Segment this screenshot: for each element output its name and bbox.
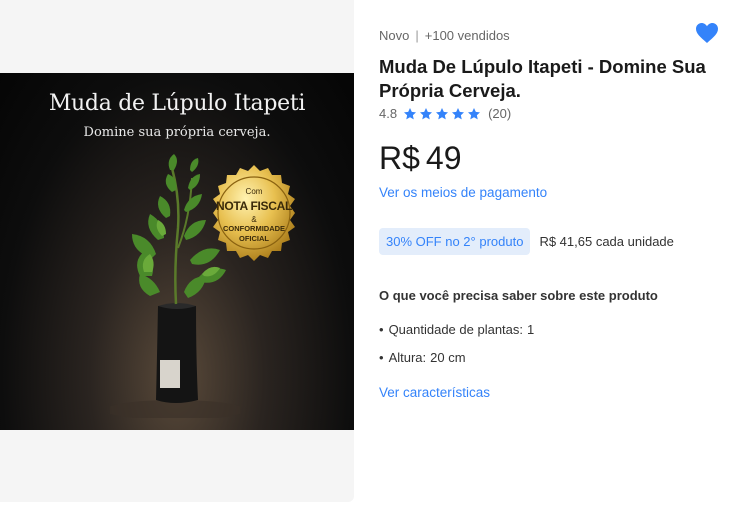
separator: | — [415, 28, 419, 43]
review-count: (20) — [488, 106, 512, 121]
heart-icon — [696, 23, 718, 43]
condition-label: Novo — [379, 28, 410, 43]
feature-label: Altura: — [388, 350, 427, 365]
seal-conformidade: CONFORMIDADE — [222, 224, 286, 233]
features-list: • Quantidade de plantas: 1 • Altura: 20 … — [379, 322, 534, 378]
rating-summary[interactable]: 4.8 (20) — [379, 106, 511, 121]
seal-com: Com — [245, 187, 263, 196]
favorite-button[interactable] — [695, 22, 719, 44]
price: R$ 49 — [379, 140, 462, 177]
features-title: O que você precisa saber sobre este prod… — [379, 288, 658, 303]
rating-score: 4.8 — [379, 106, 398, 121]
product-image[interactable]: Muda de Lúpulo Itapeti Domine sua própri… — [0, 73, 354, 430]
seal-text: Com NOTA FISCAL & CONFORMIDADE OFICIAL — [202, 163, 306, 267]
product-title: Muda De Lúpulo Itapeti - Domine Sua Próp… — [379, 56, 706, 101]
price-amount: 49 — [425, 140, 462, 176]
price-currency: R$ — [379, 140, 420, 176]
image-title: Muda de Lúpulo Itapeti — [48, 91, 306, 116]
seal-amp: & — [251, 215, 257, 224]
feature-value: 1 — [527, 322, 535, 337]
star-icon — [436, 107, 449, 119]
characteristics-link[interactable]: Ver características — [379, 385, 490, 400]
feature-item: • Quantidade de plantas: 1 — [379, 322, 534, 350]
star-icon — [420, 107, 433, 119]
star-icon — [468, 107, 481, 119]
bullet: • — [379, 322, 384, 337]
seal-nota-fiscal: NOTA FISCAL — [215, 199, 293, 213]
star-icon — [452, 107, 465, 119]
seal-oficial: OFICIAL — [239, 234, 269, 243]
product-subtitle: Novo | +100 vendidos — [379, 28, 510, 43]
star-icon — [404, 107, 417, 119]
promo-row: 30% OFF no 2° produto R$ 41,65 cada unid… — [379, 228, 674, 255]
image-gallery: Muda de Lúpulo Itapeti Domine sua própri… — [0, 0, 354, 502]
rating-stars — [403, 107, 481, 121]
sold-count: +100 vendidos — [424, 28, 510, 43]
payment-methods-link[interactable]: Ver os meios de pagamento — [379, 185, 547, 200]
image-subtitle: Domine sua própria cerveja. — [83, 125, 271, 140]
feature-label: Quantidade de plantas: — [388, 322, 523, 337]
promo-badge: 30% OFF no 2° produto — [379, 228, 531, 255]
bullet: • — [379, 350, 384, 365]
feature-value: 20 cm — [430, 350, 466, 365]
unit-price: R$ 41,65 cada unidade — [539, 234, 674, 249]
feature-item: • Altura: 20 cm — [379, 350, 534, 378]
